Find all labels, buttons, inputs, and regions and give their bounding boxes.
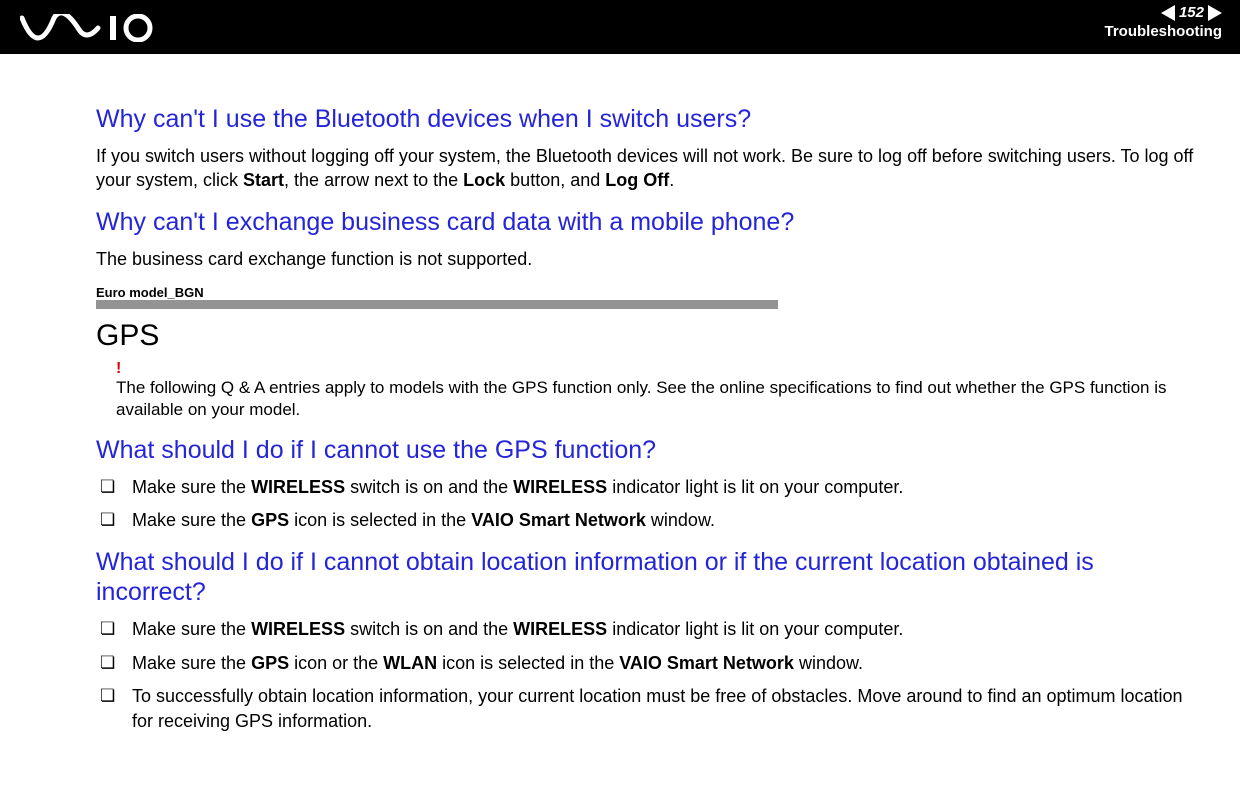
question-1-heading: Why can't I use the Bluetooth devices wh… bbox=[96, 104, 1200, 134]
prev-page-icon[interactable] bbox=[1161, 5, 1175, 21]
vaio-logo bbox=[20, 14, 160, 42]
divider-bar bbox=[96, 300, 778, 309]
list-item: To successfully obtain location informat… bbox=[96, 684, 1200, 734]
warning-icon: ! bbox=[116, 361, 1200, 377]
question-2-body: The business card exchange function is n… bbox=[96, 247, 1200, 271]
next-page-icon[interactable] bbox=[1208, 5, 1222, 21]
list-item: Make sure the WIRELESS switch is on and … bbox=[96, 617, 1200, 642]
header-nav: 152 Troubleshooting bbox=[1105, 4, 1223, 40]
page-content: Why can't I use the Bluetooth devices wh… bbox=[0, 54, 1240, 734]
question-1-body: If you switch users without logging off … bbox=[96, 144, 1200, 193]
header-section-title: Troubleshooting bbox=[1105, 23, 1223, 40]
list-item: Make sure the GPS icon or the WLAN icon … bbox=[96, 651, 1200, 676]
page-header: 152 Troubleshooting bbox=[0, 0, 1240, 54]
gps-section-title: GPS bbox=[96, 319, 1200, 353]
page-number: 152 bbox=[1179, 4, 1204, 21]
question-3-list: Make sure the WIRELESS switch is on and … bbox=[96, 475, 1200, 533]
question-3-heading: What should I do if I cannot use the GPS… bbox=[96, 435, 1200, 465]
gps-warning-note: ! The following Q & A entries apply to m… bbox=[96, 361, 1200, 421]
gps-note-text: The following Q & A entries apply to mod… bbox=[116, 377, 1200, 421]
question-2-heading: Why can't I exchange business card data … bbox=[96, 207, 1200, 237]
list-item: Make sure the GPS icon is selected in th… bbox=[96, 508, 1200, 533]
question-4-list: Make sure the WIRELESS switch is on and … bbox=[96, 617, 1200, 734]
subsection-tag: Euro model_BGN bbox=[96, 285, 1200, 300]
list-item: Make sure the WIRELESS switch is on and … bbox=[96, 475, 1200, 500]
question-4-heading: What should I do if I cannot obtain loca… bbox=[96, 547, 1200, 607]
